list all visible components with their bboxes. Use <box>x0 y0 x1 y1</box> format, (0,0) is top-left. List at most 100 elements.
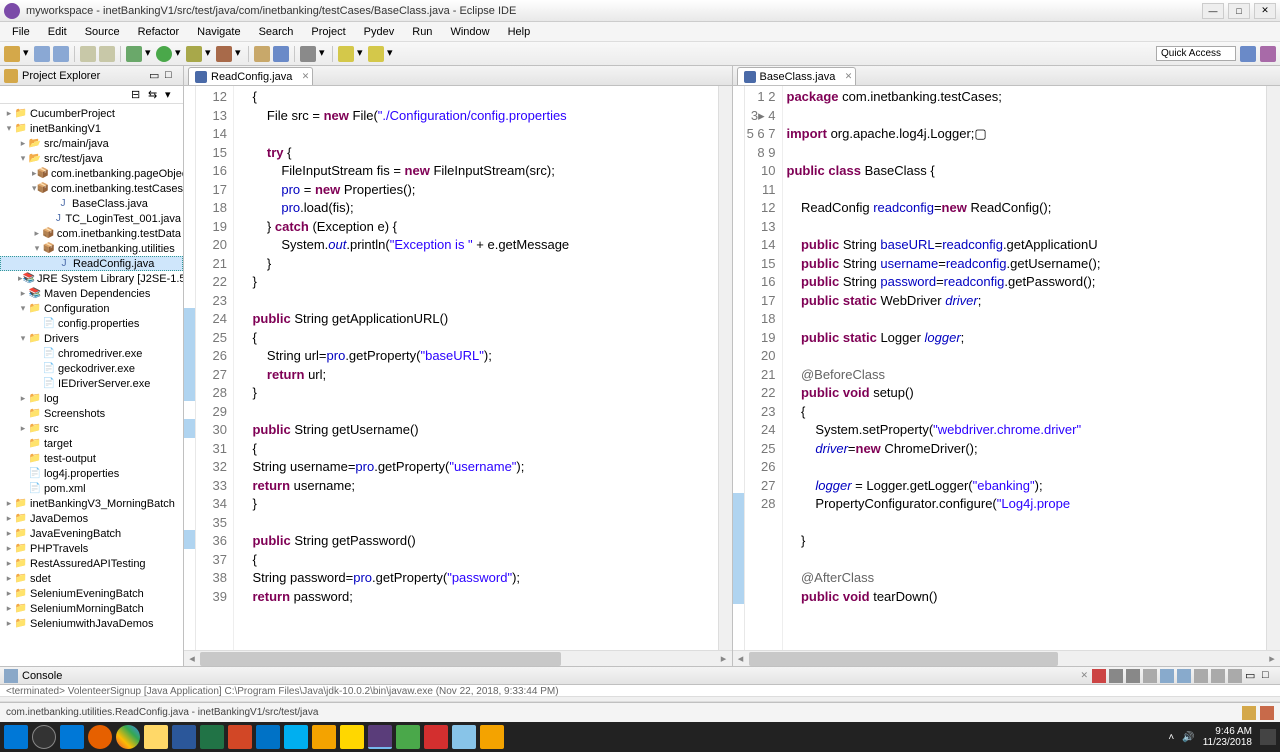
coverage-icon[interactable] <box>186 46 202 62</box>
hscroll-left[interactable]: ◂▸ <box>184 650 732 666</box>
external-tools-icon[interactable] <box>216 46 232 62</box>
tree-item[interactable]: ▸📁JavaDemos <box>0 511 183 526</box>
skype-icon[interactable] <box>284 725 308 749</box>
new-class-icon[interactable] <box>273 46 289 62</box>
tree-item[interactable]: 📄config.properties <box>0 316 183 331</box>
quick-access-input[interactable] <box>1156 46 1236 61</box>
edge-icon[interactable] <box>60 725 84 749</box>
tree-item[interactable]: ▸📁SeleniumwithJavaDemos <box>0 616 183 631</box>
tree-item[interactable]: ▸📁PHPTravels <box>0 541 183 556</box>
notepad-icon[interactable] <box>452 725 476 749</box>
tree-item[interactable]: ▸📚Maven Dependencies <box>0 286 183 301</box>
close-tab-icon[interactable]: ✕ <box>302 71 310 82</box>
word-wrap-icon[interactable] <box>1177 669 1191 683</box>
back-icon[interactable] <box>338 46 354 62</box>
tree-item[interactable]: 📄pom.xml <box>0 481 183 496</box>
tree-item[interactable]: ▾📦com.inetbanking.utilities <box>0 241 183 256</box>
menu-file[interactable]: File <box>4 24 38 40</box>
tree-item[interactable]: ▾📂src/test/java <box>0 151 183 166</box>
tree-item[interactable]: ▾📁Configuration <box>0 301 183 316</box>
menu-pydev[interactable]: Pydev <box>356 24 403 40</box>
run-icon[interactable] <box>156 46 172 62</box>
maximize-button[interactable]: □ <box>1228 3 1250 19</box>
app-icon-3[interactable] <box>396 725 420 749</box>
tree-item[interactable]: ▸📁SeleniumEveningBatch <box>0 586 183 601</box>
app-icon-2[interactable] <box>340 725 364 749</box>
explorer-icon[interactable] <box>144 725 168 749</box>
clear-console-icon[interactable] <box>1143 669 1157 683</box>
view-menu-icon[interactable]: ▾ <box>165 88 179 102</box>
search-icon[interactable] <box>300 46 316 62</box>
tree-item[interactable]: ▸📁CucumberProject <box>0 106 183 121</box>
maximize-view-icon[interactable]: □ <box>165 69 179 83</box>
terminate-icon[interactable] <box>1092 669 1106 683</box>
perspective-java-icon[interactable] <box>1240 46 1256 62</box>
minimize-console-icon[interactable]: ▭ <box>1245 669 1259 683</box>
powerpoint-icon[interactable] <box>228 725 252 749</box>
open-console-icon[interactable] <box>1228 669 1242 683</box>
close-button[interactable]: ✕ <box>1254 3 1276 19</box>
collapse-all-icon[interactable]: ⊟ <box>131 88 145 102</box>
minimize-view-icon[interactable]: ▭ <box>149 69 163 83</box>
tree-item[interactable]: ▸📁SeleniumMorningBatch <box>0 601 183 616</box>
excel-icon[interactable] <box>200 725 224 749</box>
tree-item[interactable]: JTC_LoginTest_001.java <box>0 211 183 226</box>
tree-item[interactable]: 📁target <box>0 436 183 451</box>
menu-window[interactable]: Window <box>442 24 497 40</box>
tree-item[interactable]: ▸📁JavaEveningBatch <box>0 526 183 541</box>
menu-search[interactable]: Search <box>251 24 302 40</box>
remove-launch-icon[interactable] <box>1109 669 1123 683</box>
tree-item[interactable]: 📁Screenshots <box>0 406 183 421</box>
tree-item[interactable]: ▸📦com.inetbanking.pageObjects <box>0 166 183 181</box>
tree-item[interactable]: ▸📁RestAssuredAPITesting <box>0 556 183 571</box>
start-button[interactable] <box>4 725 28 749</box>
menu-help[interactable]: Help <box>500 24 539 40</box>
menu-run[interactable]: Run <box>404 24 440 40</box>
tree-item[interactable]: JReadConfig.java <box>0 256 183 271</box>
new-icon[interactable] <box>4 46 20 62</box>
close-tab-icon[interactable]: ✕ <box>845 71 853 82</box>
tray-icon[interactable]: 🔊 <box>1182 732 1194 743</box>
eclipse-icon[interactable] <box>368 725 392 749</box>
debug-icon[interactable] <box>126 46 142 62</box>
menu-source[interactable]: Source <box>77 24 128 40</box>
tree-item[interactable]: 📄geckodriver.exe <box>0 361 183 376</box>
save-icon[interactable] <box>34 46 50 62</box>
code-area-left[interactable]: 12 13 14 15 16 17 18 19 20 21 22 23 24 2… <box>184 86 732 650</box>
vscroll-right[interactable] <box>1266 86 1280 650</box>
clock-time[interactable]: 9:46 AM <box>1203 726 1252 737</box>
notification-icon[interactable] <box>1260 729 1276 745</box>
chrome-icon[interactable] <box>116 725 140 749</box>
redo-icon[interactable] <box>99 46 115 62</box>
menu-navigate[interactable]: Navigate <box>189 24 248 40</box>
display-selected-icon[interactable] <box>1211 669 1225 683</box>
tree-item[interactable]: ▾📁inetBankingV1 <box>0 121 183 136</box>
tree-item[interactable]: ▸📚JRE System Library [J2SE-1.5] <box>0 271 183 286</box>
tab-baseclass[interactable]: BaseClass.java ✕ <box>737 67 857 85</box>
code-area-right[interactable]: 1 2 3▸ 4 5 6 7 8 9 10 11 12 13 14 15 16 … <box>733 86 1280 650</box>
new-package-icon[interactable] <box>254 46 270 62</box>
perspective-debug-icon[interactable] <box>1260 46 1276 62</box>
menu-refactor[interactable]: Refactor <box>130 24 188 40</box>
firefox-icon[interactable] <box>88 725 112 749</box>
tree-item[interactable]: ▸📁sdet <box>0 571 183 586</box>
tree-item[interactable]: 📄log4j.properties <box>0 466 183 481</box>
tree-item[interactable]: ▸📁src <box>0 421 183 436</box>
forward-icon[interactable] <box>368 46 384 62</box>
tree-item[interactable]: 📄IEDriverServer.exe <box>0 376 183 391</box>
word-icon[interactable] <box>172 725 196 749</box>
project-tree[interactable]: ▸📁CucumberProject▾📁inetBankingV1▸📂src/ma… <box>0 104 183 666</box>
menu-project[interactable]: Project <box>303 24 353 40</box>
tree-item[interactable]: ▸📦com.inetbanking.testData <box>0 226 183 241</box>
tree-item[interactable]: ▾📁Drivers <box>0 331 183 346</box>
save-all-icon[interactable] <box>53 46 69 62</box>
pdf-icon[interactable] <box>424 725 448 749</box>
cortana-icon[interactable] <box>32 725 56 749</box>
hscroll-right[interactable]: ◂▸ <box>733 650 1280 666</box>
maximize-console-icon[interactable]: □ <box>1262 669 1276 683</box>
link-editor-icon[interactable]: ⇆ <box>148 88 162 102</box>
clock-date[interactable]: 11/23/2018 <box>1203 737 1252 748</box>
tree-item[interactable]: 📁test-output <box>0 451 183 466</box>
close-console-icon[interactable]: ✕ <box>1080 670 1088 681</box>
tray-chevron-icon[interactable]: ˄ <box>1168 732 1174 743</box>
